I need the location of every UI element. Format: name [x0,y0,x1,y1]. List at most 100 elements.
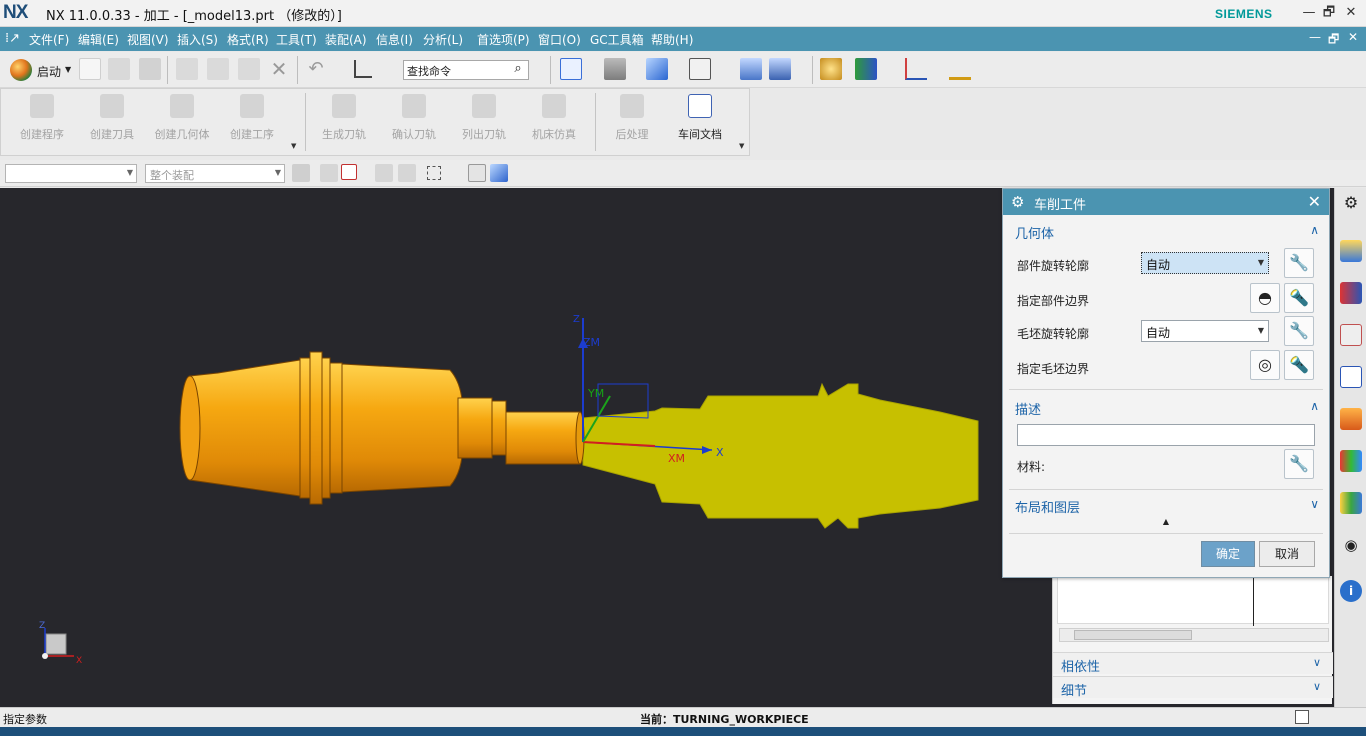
rotate-icon[interactable] [398,164,416,182]
resource-bar: ⚙ ◉ i [1334,188,1366,708]
new-file-icon[interactable] [79,58,101,80]
list-path-button[interactable]: 列出刀轨 [449,91,519,151]
selection-scope-combo[interactable]: 整个装配 ▼ [145,164,285,183]
select-blank-boundary-button[interactable]: ◎ [1250,350,1280,380]
open-file-icon[interactable] [108,58,130,80]
dialog-title-bar[interactable]: ⚙ 车削工件 ✕ [1003,189,1329,215]
undo-icon[interactable]: ↶ [305,58,327,80]
view-cube-icon[interactable] [490,164,508,182]
description-section-header[interactable]: 描述 ∧ [1009,395,1323,419]
machine-simulation-button[interactable]: 机床仿真 [519,91,589,151]
ok-button[interactable]: 确定 [1201,541,1255,567]
part-profile-settings-button[interactable]: 🔧 [1284,248,1314,278]
reuse-library-icon[interactable] [1340,450,1362,472]
operation-navigator-icon[interactable] [820,58,842,80]
start-button[interactable]: 启动 ▼ [10,59,72,81]
details-section-header[interactable]: 细节 ∨ [1053,676,1333,699]
menu-file[interactable]: 文件(F) [29,31,69,48]
menu-icon[interactable]: ⁞↗ [5,31,20,46]
collapse-dialog-icon[interactable]: ▲ [1009,517,1323,531]
snap-point-icon[interactable] [320,164,338,182]
menu-window[interactable]: 窗口(O) [538,31,581,48]
operation-navigator-tab-icon[interactable] [1340,366,1362,388]
create-program-button[interactable]: 创建程序 [7,91,77,151]
search-icon[interactable]: ⌕ [509,60,527,78]
doc-close-button[interactable]: ✕ [1348,30,1358,44]
gear-icon[interactable]: ⚙ [1340,192,1362,214]
verify-path-button[interactable]: 确认刀轨 [379,91,449,151]
menu-format[interactable]: 格式(R) [227,31,269,48]
blank-boundary-label: 指定毛坯边界 [1017,362,1090,376]
assembly-navigator-icon[interactable] [1340,282,1362,304]
cancel-button[interactable]: 取消 [1259,541,1315,567]
part-profile-dropdown[interactable]: 自动 ▼ [1141,252,1269,274]
cut-icon[interactable] [176,58,198,80]
menu-edit[interactable]: 编辑(E) [78,31,119,48]
show-part-boundary-button[interactable]: 🔦 [1284,283,1314,313]
geometry-section-header[interactable]: 几何体 ∧ [1009,219,1323,243]
doc-minimize-button[interactable]: — [1309,30,1321,44]
clip-view-icon[interactable] [769,58,791,80]
save-icon[interactable] [139,58,161,80]
info-icon[interactable]: i [1340,580,1362,602]
point-icon[interactable] [375,164,393,182]
create-tool-button[interactable]: 创建刀具 [77,91,147,151]
menu-analysis[interactable]: 分析(L) [423,31,463,48]
menu-tools[interactable]: 工具(T) [276,31,317,48]
part-navigator-icon[interactable] [1340,240,1362,262]
menu-info[interactable]: 信息(I) [376,31,413,48]
delete-icon[interactable]: ✕ [268,58,290,80]
palette-icon[interactable] [1340,492,1362,514]
background-icon[interactable] [689,58,711,80]
create-geometry-button[interactable]: 创建几何体 [147,91,217,151]
select-part-boundary-button[interactable]: ◓ [1250,283,1280,313]
measure-icon[interactable] [949,58,971,80]
postprocess-button[interactable]: 后处理 [597,91,667,151]
eye-icon[interactable]: ◉ [1340,534,1362,556]
play-path-icon[interactable] [855,58,877,80]
show-hide-icon[interactable] [468,164,486,182]
close-icon[interactable]: ✕ [1308,192,1321,211]
fullscreen-icon[interactable] [1295,710,1309,724]
paste-icon[interactable] [238,58,260,80]
rectangle-select-icon[interactable] [427,166,441,180]
create-operation-button[interactable]: 创建工序 [217,91,287,151]
menu-assembly[interactable]: 装配(A) [325,31,367,48]
window-minimize-button[interactable]: — [1300,4,1318,22]
menu-insert[interactable]: 插入(S) [177,31,218,48]
copy-icon[interactable] [207,58,229,80]
view-orientation-icon[interactable] [646,58,668,80]
description-input[interactable] [1017,424,1315,446]
fit-view-icon[interactable] [560,58,582,80]
assembly-filter-icon[interactable] [292,164,310,182]
blank-profile-dropdown[interactable]: 自动 ▼ [1141,320,1269,342]
gear-icon[interactable]: ⚙ [1011,193,1024,211]
constraint-navigator-icon[interactable] [1340,324,1362,346]
ribbon-group-expand-icon-2[interactable]: ▼ [739,142,744,150]
menu-preferences[interactable]: 首选项(P) [477,31,530,48]
menu-view[interactable]: 视图(V) [127,31,169,48]
ribbon-group-expand-icon[interactable]: ▼ [291,142,296,150]
show-blank-boundary-button[interactable]: 🔦 [1284,350,1314,380]
shop-document-button[interactable]: 车间文档 [665,91,735,151]
horizontal-scrollbar[interactable] [1059,628,1329,642]
wcs-icon[interactable] [905,58,927,80]
section-view-icon[interactable] [740,58,762,80]
type-filter-combo[interactable]: ▼ [5,164,137,183]
blank-profile-settings-button[interactable]: 🔧 [1284,316,1314,346]
layout-section-header[interactable]: 布局和图层 ∨ [1009,493,1323,517]
machine-navigator-icon[interactable] [1340,408,1362,430]
window-restore-button[interactable]: 🗗 [1320,4,1338,22]
material-button[interactable]: 🔧 [1284,449,1314,479]
scrollbar-thumb[interactable] [1074,630,1192,640]
dependency-section-header[interactable]: 相依性 ∨ [1053,652,1333,675]
sketch-icon[interactable] [354,60,372,78]
render-style-icon[interactable] [604,58,626,80]
navigator-list[interactable] [1057,576,1329,624]
menu-help[interactable]: 帮助(H) [651,31,693,48]
generate-path-button[interactable]: 生成刀轨 [309,91,379,151]
select-filter-icon[interactable] [341,164,357,180]
menu-gc-toolbox[interactable]: GC工具箱 [590,31,644,48]
window-close-button[interactable]: ✕ [1342,4,1360,22]
doc-restore-button[interactable]: 🗗 [1328,30,1339,51]
